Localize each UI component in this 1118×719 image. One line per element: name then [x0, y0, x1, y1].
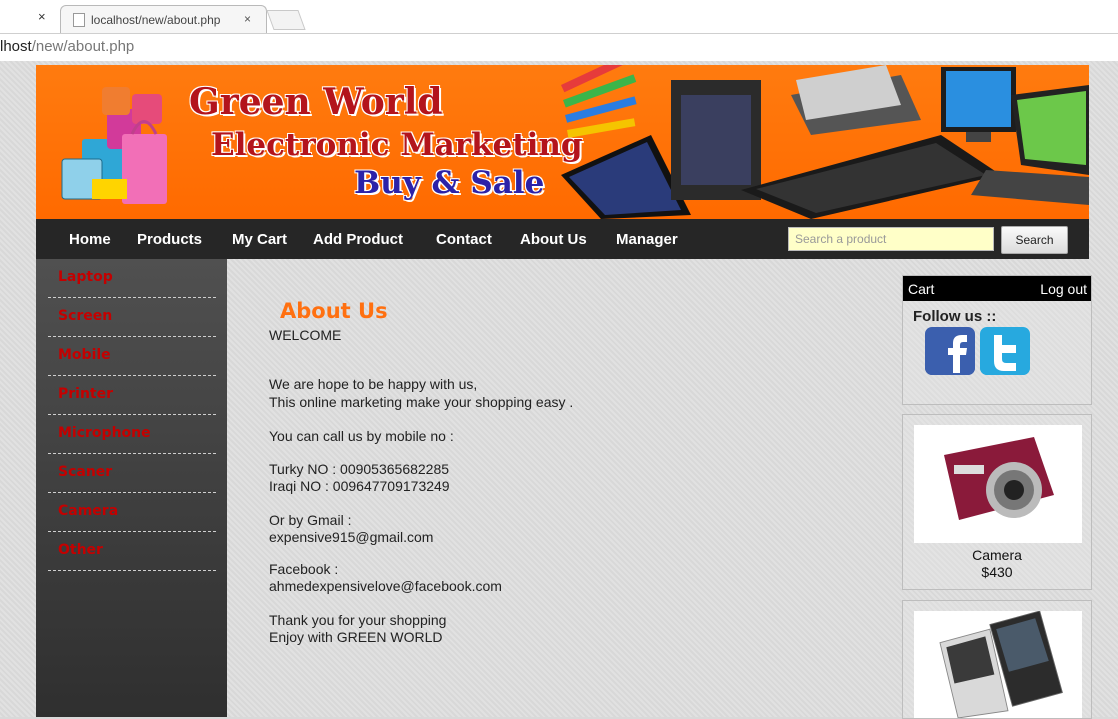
welcome-text: WELCOME — [269, 327, 342, 343]
thanks-text: Thank you for your shopping — [269, 612, 447, 628]
nav-products[interactable]: Products — [137, 231, 202, 248]
url-path: /new/about.php — [31, 38, 135, 55]
category-label: Microphone — [58, 425, 151, 441]
new-tab-button[interactable] — [266, 10, 306, 30]
address-bar[interactable]: lhost/new/about.php — [0, 33, 1118, 62]
search-input[interactable] — [788, 227, 994, 251]
product-card-mobile[interactable] — [902, 600, 1092, 719]
category-label: Laptop — [58, 269, 113, 285]
logout-link[interactable]: Log out — [1040, 281, 1087, 297]
main-nav: Home Products My Cart Add Product Contac… — [36, 219, 1089, 259]
site-banner: Green World Electronic Marketing Buy & S… — [36, 65, 1089, 219]
category-label: Mobile — [58, 347, 111, 363]
nav-about-us[interactable]: About Us — [520, 231, 587, 248]
tab-close-icon[interactable]: × — [244, 12, 251, 26]
sidebar-item-printer[interactable]: Printer — [48, 376, 216, 415]
browser-tab[interactable]: localhost/new/about.php × — [60, 5, 267, 34]
sidebar-item-other[interactable]: Other — [48, 532, 216, 571]
sidebar-item-screen[interactable]: Screen — [48, 298, 216, 337]
nav-home[interactable]: Home — [69, 231, 111, 248]
follow-us-label: Follow us :: — [913, 308, 997, 325]
category-label: Screen — [58, 308, 113, 324]
twitter-icon[interactable] — [980, 327, 1030, 375]
devices-image — [561, 65, 1089, 219]
gmail-label: Or by Gmail : — [269, 512, 352, 528]
browser-tab-bar: × localhost/new/about.php × — [0, 0, 1118, 34]
shopping-bags-logo — [61, 87, 167, 204]
sidebar-item-mobile[interactable]: Mobile — [48, 337, 216, 376]
search-button[interactable]: Search — [1001, 226, 1068, 254]
close-tab-icon[interactable]: × — [38, 9, 46, 24]
url-text[interactable]: lhost/new/about.php — [0, 38, 134, 55]
facebook-icon[interactable] — [925, 327, 975, 375]
page-title: About Us — [280, 299, 388, 323]
sidebar-item-laptop[interactable]: Laptop — [48, 259, 216, 298]
gmail-address: expensive915@gmail.com — [269, 529, 434, 545]
mobile-phones-image — [914, 611, 1082, 718]
product-card-camera[interactable]: Camera $430 — [902, 414, 1092, 590]
phone-turkey: Turky NO : 00905365682285 — [269, 461, 450, 477]
page: Green World Electronic Marketing Buy & S… — [0, 61, 1118, 719]
camera-image — [914, 425, 1082, 543]
banner-title-line3: Buy & Sale — [354, 165, 545, 201]
category-sidebar: Laptop Screen Mobile Printer Microphone … — [36, 259, 227, 717]
tab-title: localhost/new/about.php — [91, 13, 221, 27]
cart-bar: Cart Log out — [903, 276, 1091, 301]
about-text: We are hope to be happy with us, — [269, 376, 478, 392]
about-text: You can call us by mobile no : — [269, 428, 454, 444]
product-price: $430 — [981, 564, 1013, 580]
cart-link[interactable]: Cart — [908, 281, 934, 297]
nav-contact[interactable]: Contact — [436, 231, 492, 248]
product-name: Camera — [972, 547, 1022, 563]
page-icon — [73, 13, 85, 27]
nav-add-product[interactable]: Add Product — [313, 231, 403, 248]
user-panel: Cart Log out Follow us :: — [902, 275, 1092, 405]
banner-title-line2: Electronic Marketing — [211, 127, 583, 163]
category-label: Scaner — [58, 464, 113, 480]
thanks-text: Enjoy with GREEN WORLD — [269, 629, 443, 645]
nav-manager[interactable]: Manager — [616, 231, 678, 248]
category-label: Printer — [58, 386, 114, 402]
banner-title-line1: Green World — [189, 81, 443, 123]
sidebar-item-scaner[interactable]: Scaner — [48, 454, 216, 493]
sidebar-item-microphone[interactable]: Microphone — [48, 415, 216, 454]
category-label: Camera — [58, 503, 119, 519]
phone-iraq: Iraqi NO : 009647709173249 — [269, 478, 450, 494]
url-host: lhost — [0, 38, 32, 55]
nav-my-cart[interactable]: My Cart — [232, 231, 287, 248]
facebook-label: Facebook : — [269, 561, 339, 577]
sidebar-item-camera[interactable]: Camera — [48, 493, 216, 532]
about-text: This online marketing make your shopping… — [269, 394, 574, 410]
facebook-address: ahmedexpensivelove@facebook.com — [269, 578, 502, 594]
category-label: Other — [58, 542, 103, 558]
